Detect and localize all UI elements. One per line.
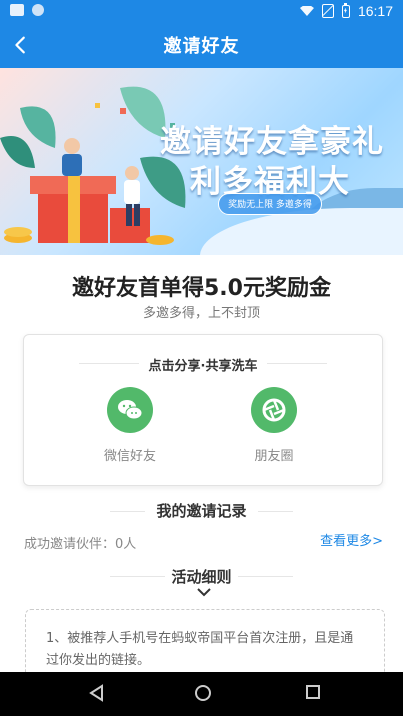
status-bar: 16:17 [0,0,403,22]
rules-box: 1、被推荐人手机号在蚂蚁帝国平台首次注册，且是通过你发出的链接。 [25,609,385,681]
reward-headline: 邀好友首单得5.0元奖励金 [72,276,331,301]
moments-icon [262,398,286,422]
rule-item: 1、被推荐人手机号在蚂蚁帝国平台首次注册，且是通过你发出的链接。 [46,631,354,668]
wifi-icon [299,6,314,16]
share-wechat-label: 微信好友 [103,449,156,464]
page-title: 邀请好友 [163,36,240,57]
notification-icon [32,4,44,16]
banner-illustration [0,86,186,245]
rules-title: 活动细则 [171,568,232,586]
nav-back-icon[interactable] [88,684,104,702]
app-header: 邀请好友 [0,22,403,68]
records-title: 我的邀请记录 [156,502,247,520]
share-moments-button[interactable]: 朋友圈 [224,387,324,464]
clock: 16:17 [357,3,393,19]
view-more-link[interactable]: 查看更多> [320,530,383,549]
share-wechat-button[interactable]: 微信好友 [80,387,180,464]
gallery-icon [10,4,24,16]
nav-recents-icon[interactable] [305,684,321,700]
banner-headline: 邀请好友拿豪礼 [160,124,384,160]
share-title: 点击分享·共享洗车 [148,359,258,374]
invite-count: 成功邀请伙伴：0人 [24,537,137,552]
system-nav-bar [0,672,403,716]
promo-banner: 邀请好友拿豪礼 利多福利大 奖励无上限 多邀多得 [0,68,403,255]
share-moments-label: 朋友圈 [254,449,294,464]
nav-home-icon[interactable] [194,684,212,702]
reward-subline: 多邀多得，上不封顶 [142,306,260,321]
share-card: 点击分享·共享洗车 微信好友 朋友圈 [23,334,383,486]
chevron-down-icon[interactable] [196,586,212,598]
battery-icon [341,2,350,18]
back-arrow-icon[interactable] [10,34,32,56]
no-sim-icon [321,4,334,18]
banner-pill: 奖励无上限 多邀多得 [218,193,322,215]
wechat-icon [118,400,143,420]
